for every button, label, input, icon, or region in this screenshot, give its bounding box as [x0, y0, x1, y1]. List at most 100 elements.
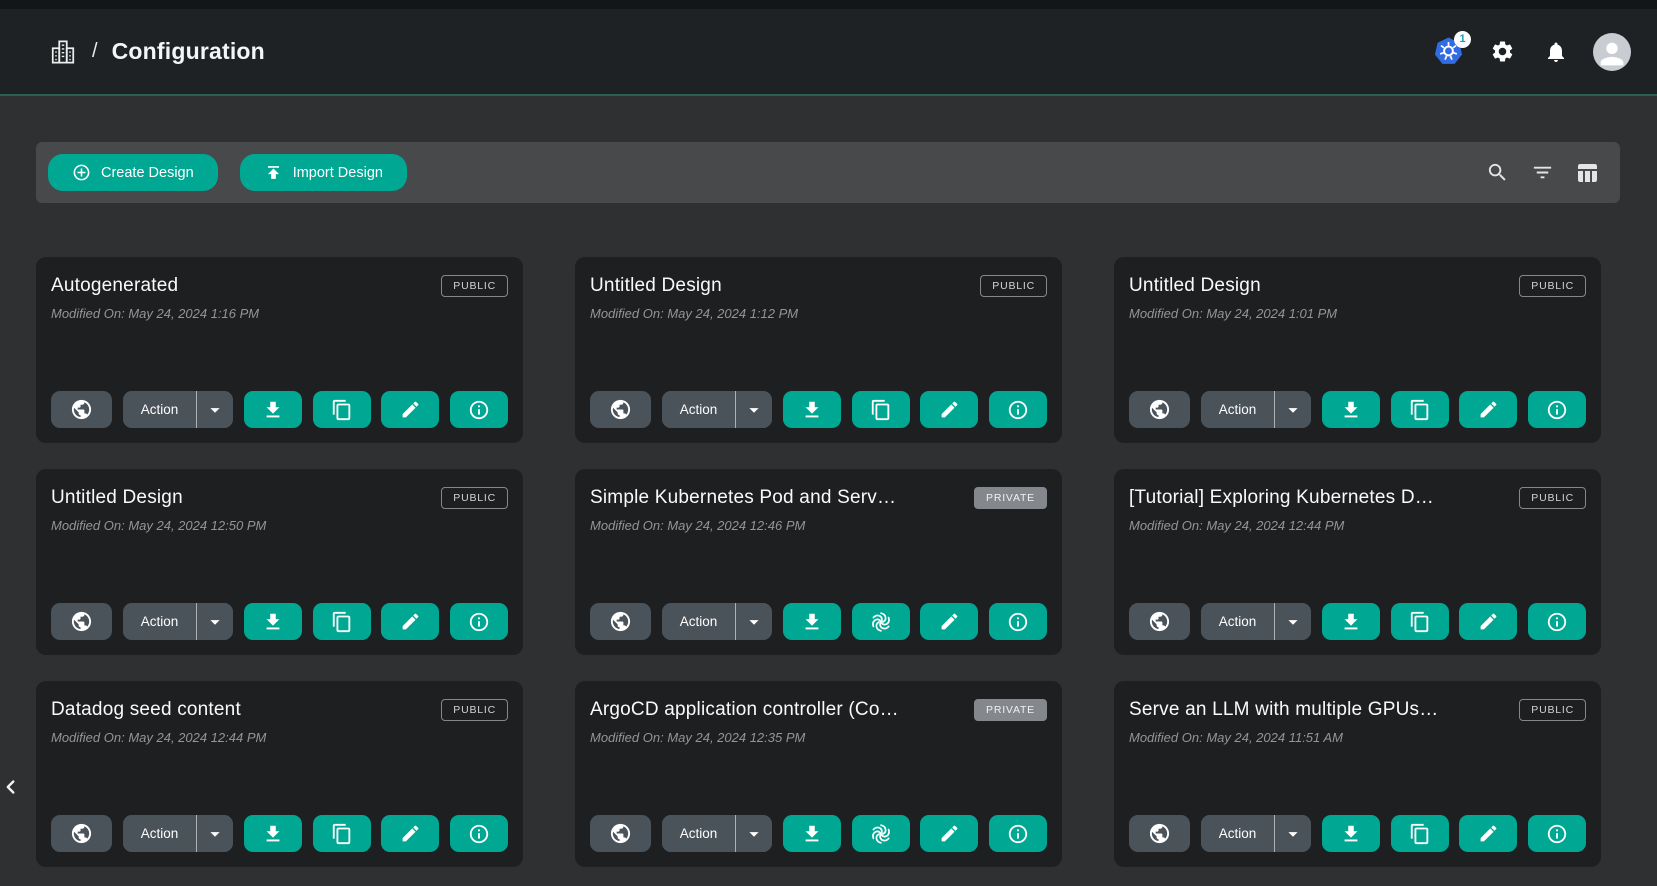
download-button[interactable]	[783, 603, 841, 640]
visibility-badge: PRIVATE	[974, 699, 1047, 721]
navbar-actions: 1	[1431, 33, 1631, 71]
visibility-globe-button[interactable]	[1129, 603, 1190, 640]
action-dropdown-button[interactable]	[1275, 603, 1311, 640]
edit-button[interactable]	[920, 815, 978, 852]
visibility-globe-button[interactable]	[51, 391, 112, 428]
import-design-button[interactable]: Import Design	[240, 154, 407, 191]
collapse-sidebar-button[interactable]	[0, 772, 24, 802]
info-button[interactable]	[450, 391, 508, 428]
edit-button[interactable]	[1459, 815, 1517, 852]
kubernetes-context-button[interactable]: 1	[1431, 35, 1465, 69]
visibility-globe-button[interactable]	[51, 815, 112, 852]
download-button[interactable]	[1322, 603, 1380, 640]
edit-button[interactable]	[1459, 603, 1517, 640]
info-button[interactable]	[1528, 391, 1586, 428]
action-button[interactable]: Action	[1201, 815, 1275, 852]
action-dropdown-button[interactable]	[1275, 815, 1311, 852]
download-button[interactable]	[244, 815, 302, 852]
info-button[interactable]	[1528, 815, 1586, 852]
visibility-globe-button[interactable]	[590, 391, 651, 428]
table-view-button[interactable]	[1574, 160, 1600, 186]
info-button[interactable]	[989, 603, 1047, 640]
action-button[interactable]: Action	[123, 391, 197, 428]
notifications-button[interactable]	[1539, 35, 1573, 69]
edit-button[interactable]	[381, 603, 439, 640]
download-button[interactable]	[1322, 815, 1380, 852]
clone-icon	[1409, 399, 1431, 421]
clone-button[interactable]	[1391, 815, 1449, 852]
info-icon	[1007, 823, 1029, 845]
filter-button[interactable]	[1529, 160, 1555, 186]
visibility-globe-button[interactable]	[1129, 815, 1190, 852]
download-button[interactable]	[1322, 391, 1380, 428]
card-header: Untitled Design PUBLIC	[51, 485, 508, 509]
globe-icon	[609, 822, 632, 845]
action-button[interactable]: Action	[662, 391, 736, 428]
action-button[interactable]: Action	[1201, 391, 1275, 428]
settings-button[interactable]	[1485, 35, 1519, 69]
globe-icon	[609, 610, 632, 633]
pencil-icon	[1478, 611, 1499, 632]
download-button[interactable]	[783, 815, 841, 852]
clone-button[interactable]	[1391, 603, 1449, 640]
clone-button[interactable]	[313, 391, 371, 428]
pencil-icon	[400, 399, 421, 420]
create-design-button[interactable]: Create Design	[48, 154, 218, 191]
table-chart-icon	[1575, 161, 1599, 185]
visibility-globe-button[interactable]	[51, 603, 112, 640]
visibility-badge: PUBLIC	[441, 487, 508, 509]
open-in-kanvas-button[interactable]	[852, 603, 910, 640]
pencil-icon	[939, 823, 960, 844]
design-card: Datadog seed content PUBLIC Modified On:…	[36, 681, 523, 867]
action-dropdown-button[interactable]	[197, 815, 233, 852]
action-button[interactable]: Action	[123, 815, 197, 852]
clone-button[interactable]	[313, 815, 371, 852]
action-dropdown-button[interactable]	[736, 603, 772, 640]
action-dropdown-button[interactable]	[1275, 391, 1311, 428]
design-card: Serve an LLM with multiple GPUs… PUBLIC …	[1114, 681, 1601, 867]
clone-button[interactable]	[1391, 391, 1449, 428]
download-button[interactable]	[244, 391, 302, 428]
action-dropdown-button[interactable]	[197, 391, 233, 428]
globe-icon	[70, 610, 93, 633]
card-action-row: Action	[1129, 391, 1586, 428]
action-split-button: Action	[1201, 815, 1312, 852]
search-button[interactable]	[1484, 160, 1510, 186]
visibility-badge: PRIVATE	[974, 487, 1047, 509]
download-icon	[262, 823, 284, 845]
edit-button[interactable]	[1459, 391, 1517, 428]
action-button[interactable]: Action	[123, 603, 197, 640]
info-icon	[1007, 399, 1029, 421]
visibility-globe-button[interactable]	[1129, 391, 1190, 428]
meshery-swirl-icon	[869, 610, 893, 634]
edit-button[interactable]	[920, 603, 978, 640]
edit-button[interactable]	[381, 391, 439, 428]
profile-avatar-button[interactable]	[1593, 33, 1631, 71]
visibility-globe-button[interactable]	[590, 815, 651, 852]
info-button[interactable]	[450, 815, 508, 852]
download-icon	[1340, 611, 1362, 633]
download-button[interactable]	[783, 391, 841, 428]
info-button[interactable]	[989, 391, 1047, 428]
card-action-row: Action	[51, 815, 508, 852]
action-dropdown-button[interactable]	[197, 603, 233, 640]
open-in-kanvas-button[interactable]	[852, 815, 910, 852]
download-button[interactable]	[244, 603, 302, 640]
info-button[interactable]	[1528, 603, 1586, 640]
edit-button[interactable]	[920, 391, 978, 428]
visibility-globe-button[interactable]	[590, 603, 651, 640]
context-count-badge: 1	[1454, 31, 1471, 48]
clone-button[interactable]	[852, 391, 910, 428]
action-button[interactable]: Action	[1201, 603, 1275, 640]
card-title: Autogenerated	[51, 273, 178, 297]
info-button[interactable]	[450, 603, 508, 640]
action-button[interactable]: Action	[662, 815, 736, 852]
info-button[interactable]	[989, 815, 1047, 852]
clone-button[interactable]	[313, 603, 371, 640]
edit-button[interactable]	[381, 815, 439, 852]
chevron-down-icon	[1282, 823, 1304, 845]
action-dropdown-button[interactable]	[736, 391, 772, 428]
action-button[interactable]: Action	[662, 603, 736, 640]
download-icon	[1340, 823, 1362, 845]
action-dropdown-button[interactable]	[736, 815, 772, 852]
